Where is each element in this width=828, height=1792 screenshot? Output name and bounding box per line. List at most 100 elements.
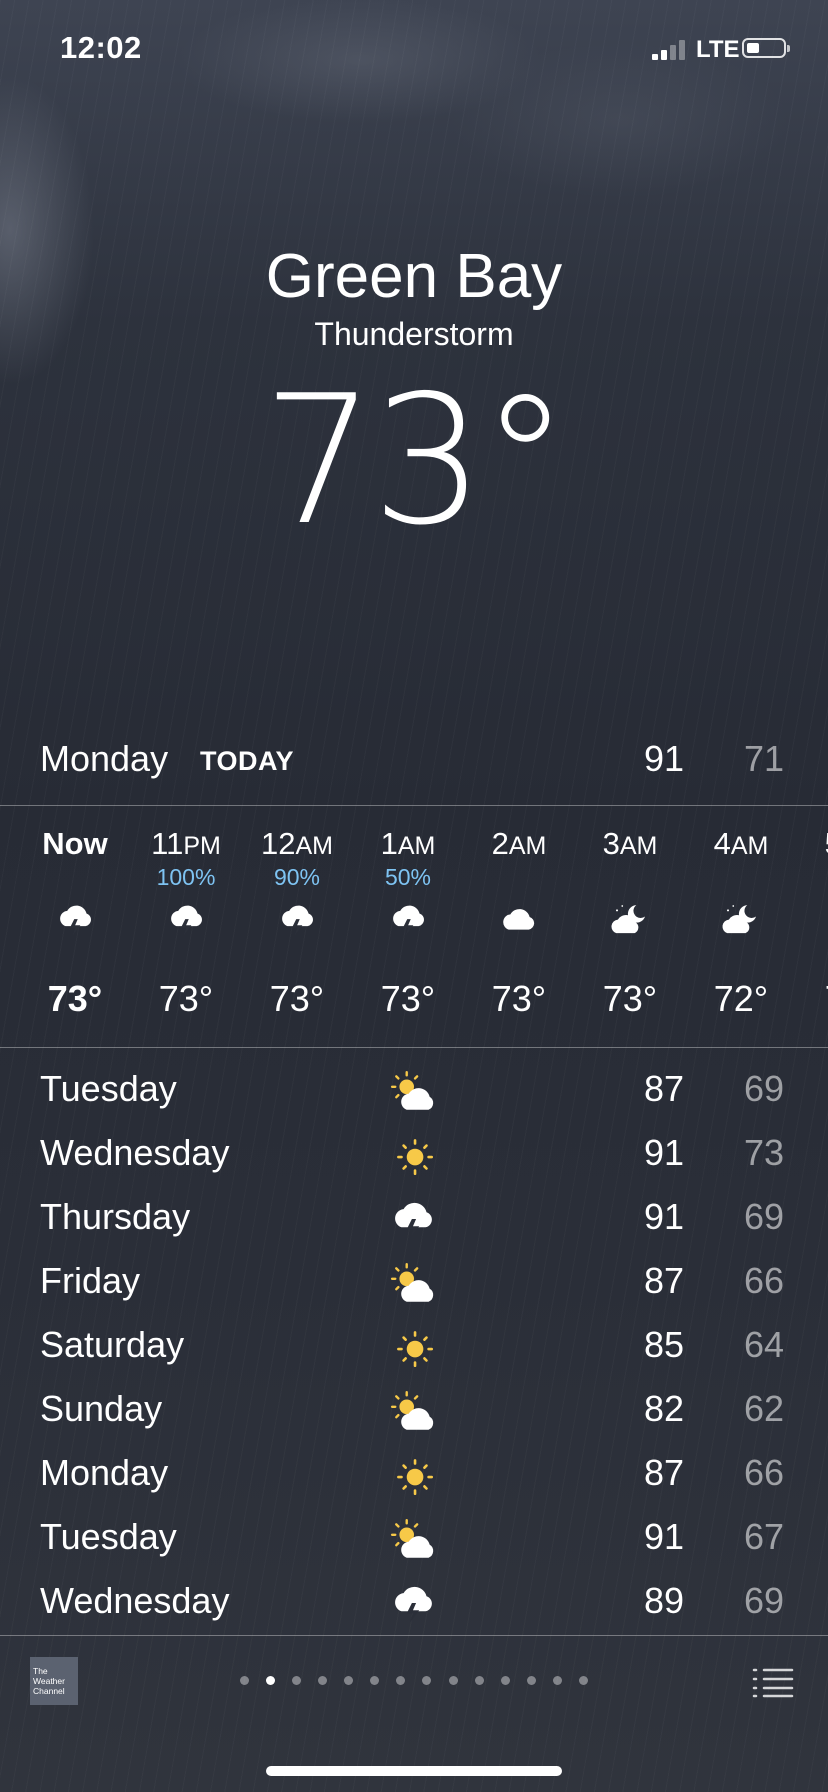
current-temperature: 73° xyxy=(262,357,570,564)
daily-row: Saturday 85 64 xyxy=(0,1316,828,1380)
hour-temperature: 73° xyxy=(269,978,325,1019)
precipitation-chance: 50% xyxy=(384,864,432,890)
today-summary-row: Monday TODAY 91 71 xyxy=(0,730,828,790)
hourly-item: 1AM 50% 73° xyxy=(353,808,463,1046)
page-dot[interactable] xyxy=(500,1676,510,1685)
page-dot[interactable] xyxy=(292,1676,302,1685)
sun-icon xyxy=(397,1459,434,1496)
hour-temperature: 73° xyxy=(47,978,103,1019)
page-dot-active[interactable] xyxy=(266,1676,276,1685)
daily-forecast-list[interactable]: Tuesday 87 69 Wednesday 91 73 Thursday 91 69 Frid… xyxy=(0,1060,828,1636)
cloudy-night-icon xyxy=(722,905,756,934)
hour-meridiem: AM xyxy=(397,832,436,860)
hour-temperature: 72° xyxy=(797,978,828,1020)
status-bar: 12:02 LTE xyxy=(0,0,828,100)
thunderstorm-icon xyxy=(395,1586,432,1623)
page-dot[interactable] xyxy=(344,1676,354,1685)
day-low: 69 xyxy=(743,1196,784,1237)
hour-label: 2AM xyxy=(464,826,574,862)
day-high: 89 xyxy=(643,1580,684,1621)
day-name: Wednesday xyxy=(40,1132,230,1173)
sun-icon xyxy=(397,1139,434,1176)
sun-icon xyxy=(397,1331,434,1368)
weather-channel-logo-text: The Weather Channel xyxy=(33,1666,65,1696)
partly-sunny-icon xyxy=(390,1071,434,1110)
page-indicator[interactable] xyxy=(240,1676,588,1688)
home-indicator[interactable] xyxy=(266,1766,562,1776)
thunderstorm-icon xyxy=(282,905,314,936)
page-dot[interactable] xyxy=(370,1676,380,1685)
hourly-item: 11PM 100% 73° xyxy=(131,808,241,1046)
daily-row: Sunday 82 62 xyxy=(0,1380,828,1444)
day-low: 67 xyxy=(743,1516,784,1557)
thunderstorm-icon xyxy=(393,905,425,936)
hour-meridiem: AM xyxy=(295,832,333,860)
day-high: 91 xyxy=(643,1516,684,1557)
page-dot[interactable] xyxy=(578,1676,588,1685)
day-name: Thursday xyxy=(40,1196,191,1237)
hourly-item: Now 73° xyxy=(20,808,130,1046)
page-dot[interactable] xyxy=(474,1676,484,1685)
page-dot[interactable] xyxy=(396,1676,406,1685)
partly-sunny-icon xyxy=(390,1263,434,1302)
day-name: Tuesday xyxy=(40,1516,177,1557)
hour-temperature: 73° xyxy=(491,978,547,1019)
today-high: 91 xyxy=(643,738,684,779)
hour-temperature: 73° xyxy=(602,978,658,1019)
page-dot[interactable] xyxy=(526,1676,536,1685)
daily-row: Wednesday 89 69 xyxy=(0,1572,828,1636)
hourly-item: 5AM 72° xyxy=(797,808,828,1046)
day-name: Monday xyxy=(40,1452,169,1493)
thunderstorm-icon xyxy=(395,1202,432,1239)
page-dot[interactable] xyxy=(552,1676,562,1685)
today-label: TODAY xyxy=(200,746,295,776)
cloudy-night-icon xyxy=(611,905,645,934)
page-dot[interactable] xyxy=(318,1676,328,1685)
hour-temperature: 72° xyxy=(713,978,769,1019)
hour-temperature: 73° xyxy=(380,978,436,1019)
battery-icon xyxy=(742,38,790,58)
day-name: Tuesday xyxy=(40,1068,177,1109)
hour-label: 11PM xyxy=(131,826,241,862)
page-dot[interactable] xyxy=(422,1676,432,1685)
daily-row: Thursday 91 69 xyxy=(0,1188,828,1252)
day-high: 85 xyxy=(643,1324,684,1365)
hour-meridiem: AM xyxy=(508,832,547,860)
hourly-item: 2AM 73° xyxy=(464,808,574,1046)
cellular-signal-icon xyxy=(652,38,688,60)
today-low: 71 xyxy=(743,738,784,779)
list-icon[interactable] xyxy=(752,1666,796,1698)
precipitation-chance: 100% xyxy=(156,864,216,890)
hour-meridiem: AM xyxy=(730,832,769,860)
hour-label: 1AM xyxy=(353,826,463,862)
day-high: 82 xyxy=(643,1388,684,1429)
page-dot[interactable] xyxy=(240,1676,249,1685)
hourly-forecast-strip[interactable]: Now 73° 11PM 100% 73° 12AM 90% 73° 1AM 50% 73° 2AM 7… xyxy=(0,808,828,1046)
hour-meridiem: AM xyxy=(619,832,658,860)
hour-label: Now xyxy=(20,826,130,862)
hour-number: 3 xyxy=(602,826,620,861)
page-dot[interactable] xyxy=(448,1676,458,1685)
weather-channel-logo[interactable]: The Weather Channel xyxy=(30,1657,78,1705)
network-type: LTE xyxy=(696,36,740,63)
partly-sunny-icon xyxy=(390,1391,434,1430)
hour-number: 12 xyxy=(261,826,296,861)
hour-number: 1 xyxy=(380,826,398,861)
hour-number: Now xyxy=(42,826,108,861)
cloud-icon xyxy=(503,909,535,930)
hourly-item: 4AM 72° xyxy=(686,808,796,1046)
current-condition: Thunderstorm xyxy=(314,316,514,352)
day-low: 66 xyxy=(743,1452,784,1493)
daily-row: Tuesday 87 69 xyxy=(0,1060,828,1124)
partly-sunny-icon xyxy=(390,1519,434,1558)
day-high: 87 xyxy=(643,1068,684,1109)
day-name: Sunday xyxy=(40,1388,163,1429)
hour-label: 4AM xyxy=(686,826,796,862)
city-name: Green Bay xyxy=(265,242,563,311)
day-high: 91 xyxy=(643,1196,684,1237)
hour-label: 12AM xyxy=(242,826,352,862)
day-high: 91 xyxy=(643,1132,684,1173)
thunderstorm-icon xyxy=(171,905,203,936)
daily-row: Wednesday 91 73 xyxy=(0,1124,828,1188)
hour-number: 11 xyxy=(151,826,184,861)
